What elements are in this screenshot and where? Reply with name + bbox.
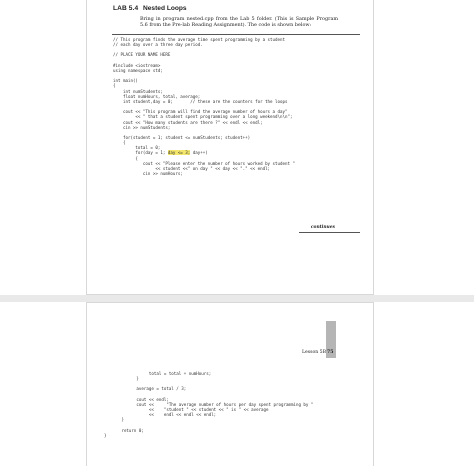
lab-title: Nested Loops bbox=[143, 5, 187, 12]
code-listing-page-2: total = total + numHours; } average = to… bbox=[104, 371, 314, 438]
continues-rule bbox=[299, 232, 360, 233]
code-top-rule bbox=[112, 34, 360, 35]
code-listing-page-1: // This program finds the average time s… bbox=[113, 37, 295, 176]
continues-label: continues bbox=[310, 225, 335, 230]
page-separator bbox=[0, 295, 474, 302]
page-number: 75 bbox=[327, 350, 334, 355]
intro-paragraph: Bring in program nested.cpp from the Lab… bbox=[140, 16, 338, 29]
code-line-after-highlight: day++) bbox=[190, 150, 208, 156]
document-page-1: LAB 5.4 Nested Loops Bring in program ne… bbox=[86, 0, 374, 295]
document-page-2: Lesson 5B 75 total = total + numHours; }… bbox=[86, 302, 374, 466]
lesson-label: Lesson 5B bbox=[302, 350, 326, 355]
lab-number: LAB 5.4 bbox=[113, 5, 139, 12]
highlighted-loop-condition: day <= 3; bbox=[167, 150, 191, 156]
code-lines-tail: { cout << "Please enter the number of ho… bbox=[135, 155, 295, 177]
code-lines-main: // This program finds the average time s… bbox=[113, 37, 293, 156]
